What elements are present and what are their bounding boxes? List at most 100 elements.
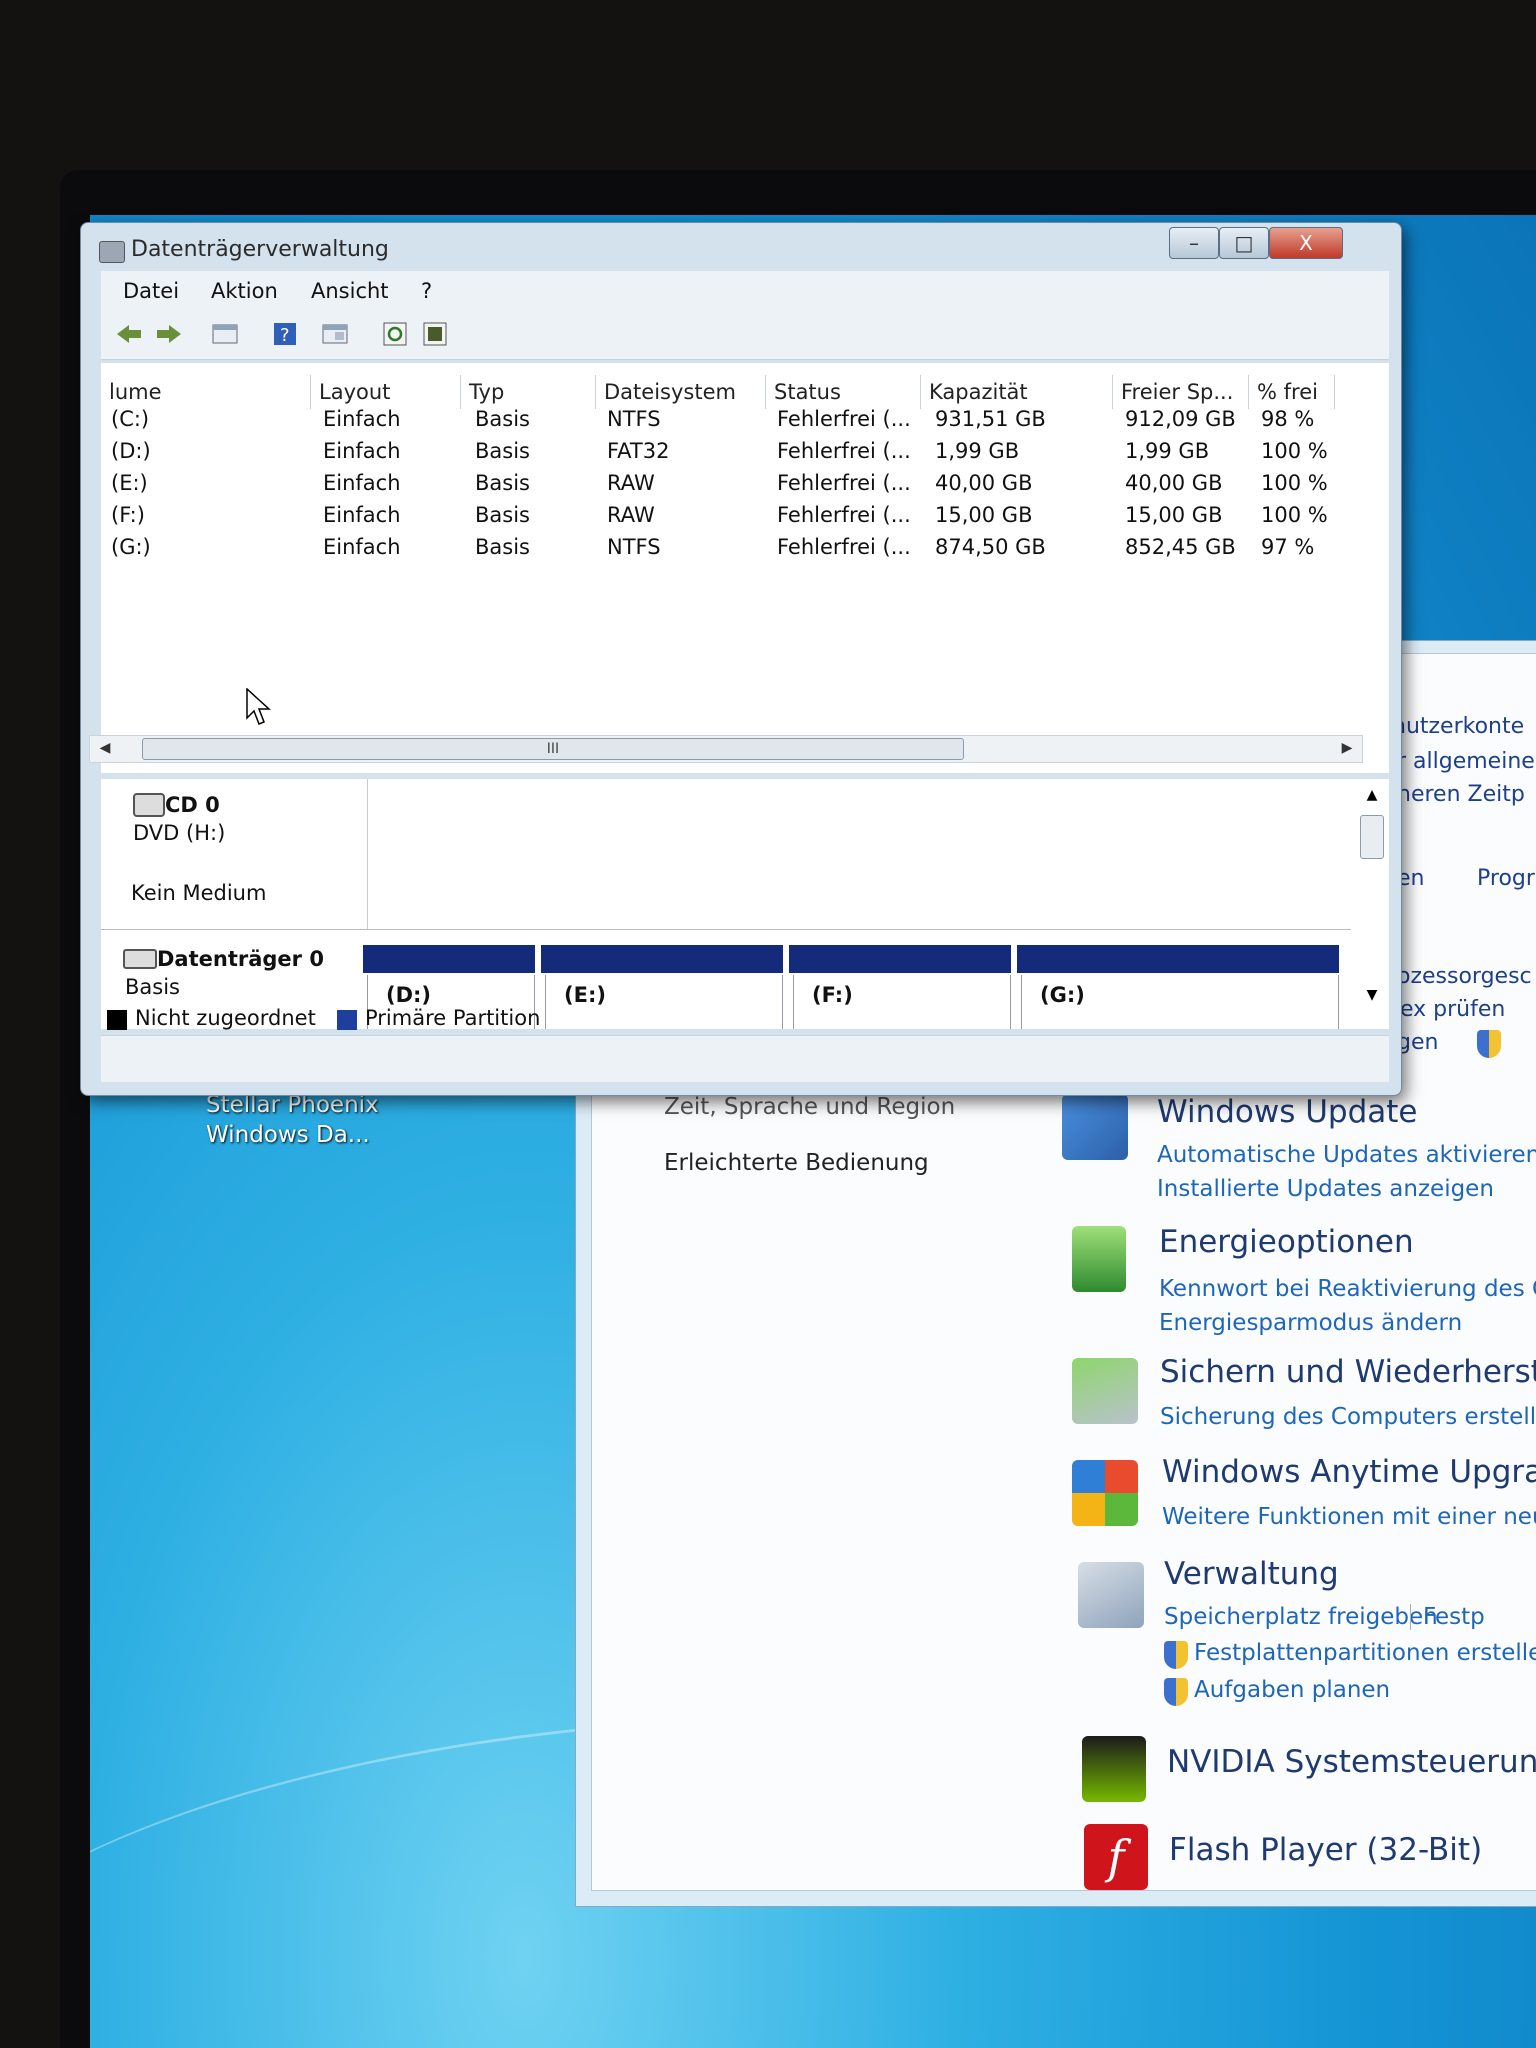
minimize-button[interactable]: –	[1169, 227, 1219, 259]
admin-tools-icon	[1078, 1562, 1144, 1628]
volume-cell[interactable]: (D:)	[111, 439, 151, 463]
close-button[interactable]: X	[1269, 227, 1343, 259]
scroll-up-icon[interactable]: ▲	[1359, 787, 1385, 803]
table-cell: 1,99 GB	[935, 439, 1020, 463]
partition-bar-g	[1017, 945, 1339, 973]
scroll-left-icon[interactable]: ◀	[92, 738, 118, 758]
cd-name[interactable]: CD 0	[165, 793, 220, 817]
item-title-administration[interactable]: Verwaltung	[1164, 1556, 1339, 1592]
back-arrow-icon[interactable]	[113, 319, 145, 349]
disk0-name[interactable]: Datenträger 0	[157, 947, 324, 971]
link-schedule-tasks[interactable]: Aufgaben planen	[1194, 1677, 1390, 1703]
table-cell: Einfach	[323, 471, 401, 495]
horizontal-scrollbar[interactable]: ◀ III ▶	[89, 735, 1363, 763]
partition-label: (G:)	[1040, 983, 1085, 1007]
scroll-thumb[interactable]: III	[142, 738, 964, 760]
table-cell: NTFS	[607, 535, 661, 559]
table-cell: Einfach	[323, 439, 401, 463]
nvidia-icon	[1082, 1736, 1146, 1802]
link-password-wakeup[interactable]: Kennwort bei Reaktivierung des C	[1159, 1276, 1536, 1302]
column-header-percent-free[interactable]: % frei	[1249, 375, 1335, 409]
cd-row-separator	[101, 929, 1351, 930]
pane-divider	[367, 779, 368, 929]
column-header-free-space[interactable]: Freier Sp...	[1113, 375, 1249, 409]
partition-bar-d	[363, 945, 535, 973]
item-title-flash[interactable]: Flash Player (32-Bit)	[1169, 1832, 1482, 1868]
refresh-icon[interactable]	[379, 319, 411, 349]
partial-text[interactable]: ex prüfen	[1400, 997, 1505, 1022]
desktop-icon-label-2[interactable]: Windows Da...	[206, 1122, 370, 1148]
rescan-icon[interactable]	[419, 319, 451, 349]
console-tree-icon[interactable]	[209, 319, 241, 349]
disk0-type: Basis	[125, 975, 180, 999]
link-free-space[interactable]: Speicherplatz freigeben	[1164, 1604, 1438, 1630]
column-header-layout[interactable]: Layout	[311, 375, 461, 409]
item-title-backup[interactable]: Sichern und Wiederherste	[1160, 1354, 1536, 1390]
link-festp[interactable]: Festp	[1410, 1604, 1485, 1630]
menu-help[interactable]: ?	[421, 279, 432, 303]
partition-bar-e	[541, 945, 783, 973]
table-cell: 852,45 GB	[1125, 535, 1236, 559]
scroll-thumb-vertical[interactable]	[1360, 815, 1384, 859]
forward-arrow-icon[interactable]	[153, 319, 185, 349]
link-accessibility[interactable]: Erleichterte Bedienung	[664, 1150, 929, 1176]
column-header-status[interactable]: Status	[766, 375, 921, 409]
table-cell: Basis	[475, 407, 530, 431]
column-header-capacity[interactable]: Kapazität	[921, 375, 1113, 409]
partition-label: (D:)	[386, 983, 432, 1007]
vertical-scrollbar[interactable]: ▲ ▼	[1359, 787, 1385, 1023]
cd-drive-icon	[133, 793, 165, 817]
volume-cell[interactable]: (E:)	[111, 471, 148, 495]
shield-icon	[1477, 1030, 1501, 1058]
menu-file[interactable]: Datei	[123, 279, 179, 303]
link-installed-updates[interactable]: Installierte Updates anzeigen	[1157, 1176, 1494, 1202]
properties-icon[interactable]	[319, 319, 351, 349]
partial-text[interactable]: gen	[1397, 1030, 1438, 1055]
partition-label: (E:)	[564, 983, 606, 1007]
table-cell: 100 %	[1261, 471, 1328, 495]
table-cell: Fehlerfrei (...	[777, 439, 911, 463]
unallocated-swatch	[107, 1010, 127, 1030]
scroll-down-icon[interactable]: ▼	[1359, 987, 1385, 1003]
partition-e[interactable]: (E:)	[545, 975, 783, 1029]
table-cell: Einfach	[323, 503, 401, 527]
item-title-windows-update[interactable]: Windows Update	[1157, 1094, 1418, 1130]
link-auto-updates[interactable]: Automatische Updates aktivieren o	[1157, 1142, 1536, 1168]
column-header-type[interactable]: Typ	[461, 375, 596, 409]
menu-action[interactable]: Aktion	[211, 279, 278, 303]
scroll-right-icon[interactable]: ▶	[1334, 738, 1360, 758]
column-header-volume[interactable]: lume	[101, 375, 311, 409]
item-title-nvidia[interactable]: NVIDIA Systemsteuerun	[1167, 1744, 1536, 1780]
partial-text[interactable]: ozessorgesc	[1397, 964, 1532, 989]
partial-text[interactable]: heren Zeitp	[1397, 782, 1525, 807]
volume-cell[interactable]: (G:)	[111, 535, 151, 559]
maximize-button[interactable]: □	[1219, 227, 1269, 259]
table-cell: 97 %	[1261, 535, 1315, 559]
link-more-features[interactable]: Weitere Funktionen mit einer neu	[1162, 1504, 1536, 1530]
partial-text[interactable]: r allgemeine	[1397, 749, 1535, 774]
partition-f[interactable]: (F:)	[793, 975, 1011, 1029]
disk-management-icon	[99, 241, 125, 263]
table-cell: NTFS	[607, 407, 661, 431]
table-cell: Basis	[475, 503, 530, 527]
partial-text[interactable]: nutzerkonte	[1392, 714, 1524, 739]
volume-cell[interactable]: (F:)	[111, 503, 145, 527]
partial-text[interactable]: Progr	[1477, 866, 1535, 891]
table-cell: Fehlerfrei (...	[777, 535, 911, 559]
link-create-partitions[interactable]: Festplattenpartitionen erstelle	[1194, 1640, 1536, 1666]
partition-g[interactable]: (G:)	[1021, 975, 1339, 1029]
item-title-power[interactable]: Energieoptionen	[1159, 1224, 1414, 1260]
table-cell: 40,00 GB	[935, 471, 1033, 495]
link-sleep-mode[interactable]: Energiesparmodus ändern	[1159, 1310, 1462, 1336]
item-title-anytime-upgrade[interactable]: Windows Anytime Upgra	[1162, 1454, 1536, 1490]
cd-media-status: Kein Medium	[131, 881, 267, 905]
volume-cell[interactable]: (C:)	[111, 407, 149, 431]
legend-primary: Primäre Partition	[365, 1006, 541, 1030]
menu-view[interactable]: Ansicht	[311, 279, 389, 303]
svg-text:?: ?	[280, 325, 290, 346]
link-create-backup[interactable]: Sicherung des Computers erstelle	[1160, 1404, 1536, 1430]
link-time-language[interactable]: Zeit, Sprache und Region	[664, 1094, 955, 1120]
column-header-filesystem[interactable]: Dateisystem	[596, 375, 766, 409]
legend-bar: Nicht zugeordnet Primäre Partition	[101, 1006, 1389, 1082]
help-icon[interactable]: ?	[269, 319, 301, 349]
